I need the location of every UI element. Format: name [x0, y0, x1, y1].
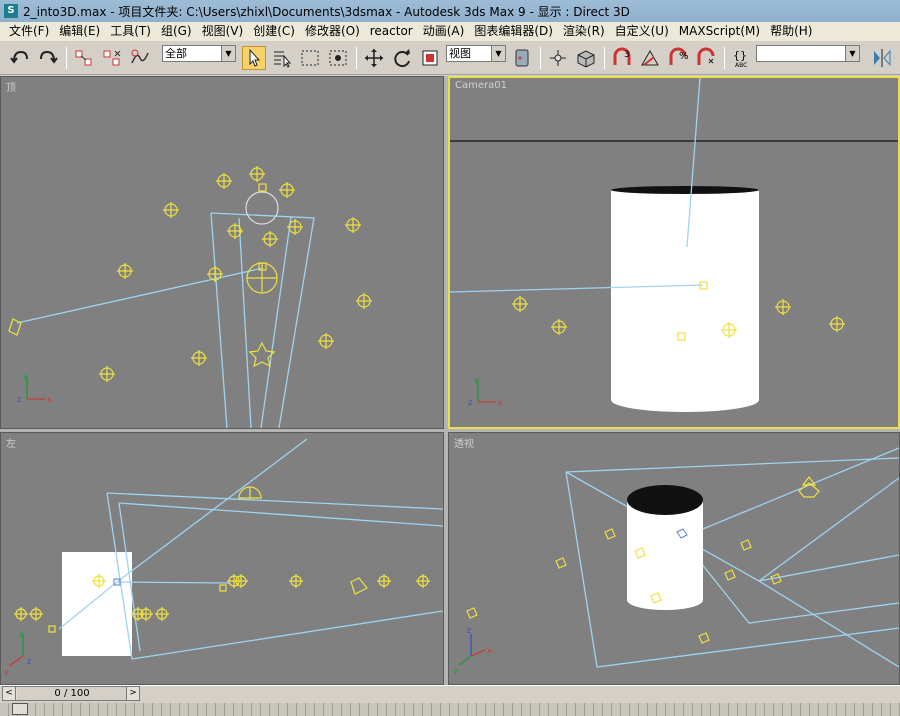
axis-z-label: z [17, 395, 21, 404]
menu-modifiers[interactable]: 修改器(O) [300, 22, 365, 41]
frame-counter[interactable]: 0 / 100 [17, 687, 127, 700]
menu-graph-editors[interactable]: 图表编辑器(D) [469, 22, 558, 41]
axis-z-label: z [468, 398, 472, 407]
angle-snap-icon[interactable] [638, 46, 662, 70]
viewport-perspective[interactable]: 透视 z y x [448, 432, 900, 685]
keyboard-shortcut-override-icon[interactable] [574, 46, 598, 70]
bind-to-space-warp-icon[interactable] [128, 46, 152, 70]
viewport-label-camera[interactable]: Camera01 [455, 80, 507, 91]
menu-rendering[interactable]: 渲染(R) [558, 22, 610, 41]
menu-file[interactable]: 文件(F) [4, 22, 54, 41]
viewport-top[interactable]: 顶 y x z [0, 76, 444, 429]
menu-help[interactable]: 帮助(H) [765, 22, 817, 41]
unlink-selection-icon[interactable] [100, 46, 124, 70]
selection-filter-value: 全部 [165, 47, 187, 60]
viewport-label-top[interactable]: 顶 [6, 79, 16, 94]
menu-views[interactable]: 视图(V) [197, 22, 249, 41]
main-toolbar: 全部 ▼ 视图 ▼ 3 % {} ABC ▼ [0, 41, 900, 75]
chevron-down-icon: ▼ [845, 46, 859, 61]
coord-system-value: 视图 [449, 47, 471, 60]
svg-text:ABC: ABC [735, 62, 747, 69]
redo-icon[interactable] [36, 46, 60, 70]
menu-animation[interactable]: 动画(A) [418, 22, 470, 41]
svg-text:%: % [679, 51, 689, 62]
scale-icon[interactable] [418, 46, 442, 70]
perspective-view-scene: z y x [453, 447, 899, 675]
window-crossing-icon[interactable] [326, 46, 350, 70]
chevron-down-icon: ▼ [221, 46, 235, 61]
menu-tools[interactable]: 工具(T) [105, 22, 156, 41]
axis-x-label: x [47, 395, 52, 404]
viewport-label-perspective[interactable]: 透视 [454, 435, 474, 450]
window-title: 2_into3D.max - 项目文件夹: C:\Users\zhixl\Doc… [23, 4, 630, 19]
move-icon[interactable] [362, 46, 386, 70]
axis-y-label: y [453, 666, 458, 675]
viewport-label-left[interactable]: 左 [6, 435, 16, 450]
menu-edit[interactable]: 编辑(E) [54, 22, 105, 41]
edit-named-selection-icon[interactable]: {} ABC [730, 46, 754, 70]
axis-y-label: y [19, 629, 24, 638]
axis-x-label: x [487, 646, 492, 655]
select-object-icon[interactable] [242, 46, 266, 70]
viewport-camera[interactable]: Camera01 y x z [448, 76, 900, 429]
select-by-name-icon[interactable] [270, 46, 294, 70]
frame-slider[interactable]: < 0 / 100 > [2, 686, 140, 701]
axis-z-label: z [467, 626, 471, 635]
use-pivot-center-icon[interactable] [510, 46, 534, 70]
named-selection-dropdown[interactable]: ▼ [756, 45, 860, 62]
rectangular-selection-icon[interactable] [298, 46, 322, 70]
axis-y-label: y [474, 375, 479, 384]
left-view-scene: y z x [4, 438, 443, 677]
timeline-track[interactable] [0, 703, 900, 716]
next-frame-button[interactable]: > [126, 687, 139, 700]
axis-x-label: x [498, 398, 503, 407]
menu-customize[interactable]: 自定义(U) [610, 22, 674, 41]
app-logo-icon: S [4, 4, 18, 18]
axis-z-label: z [27, 657, 31, 666]
rotate-icon[interactable] [390, 46, 414, 70]
curve-editor-icon[interactable] [12, 703, 28, 715]
svg-text:3: 3 [624, 50, 630, 60]
svg-text:{}: {} [733, 49, 747, 62]
title-bar: S 2_into3D.max - 项目文件夹: C:\Users\zhixl\D… [0, 0, 900, 22]
axis-y-label: y [23, 372, 28, 381]
top-view-scene: y x z [8, 166, 372, 428]
axis-x-label: x [4, 668, 9, 677]
previous-frame-button[interactable]: < [3, 687, 16, 700]
percent-snap-icon[interactable]: % [666, 46, 690, 70]
spinner-snap-icon[interactable] [694, 46, 718, 70]
menu-bar: 文件(F) 编辑(E) 工具(T) 组(G) 视图(V) 创建(C) 修改器(O… [0, 22, 900, 41]
selection-filter-dropdown[interactable]: 全部 ▼ [162, 45, 236, 62]
snaps-toggle-icon[interactable]: 3 [610, 46, 634, 70]
menu-maxscript[interactable]: MAXScript(M) [674, 22, 765, 41]
mirror-icon[interactable] [870, 46, 894, 70]
select-and-manipulate-icon[interactable] [546, 46, 570, 70]
chevron-down-icon: ▼ [491, 46, 505, 61]
menu-create[interactable]: 创建(C) [248, 22, 300, 41]
select-and-link-icon[interactable] [72, 46, 96, 70]
menu-group[interactable]: 组(G) [156, 22, 197, 41]
reference-coordinate-dropdown[interactable]: 视图 ▼ [446, 45, 506, 62]
viewport-area: 顶 y x z Camera01 y x z 左 y z x 透视 z y x [0, 76, 900, 685]
viewport-left[interactable]: 左 y z x [0, 432, 444, 685]
undo-icon[interactable] [8, 46, 32, 70]
time-slider-bar: < 0 / 100 > [0, 685, 900, 716]
menu-reactor[interactable]: reactor [365, 22, 418, 41]
camera-view-scene: y x z [450, 78, 898, 412]
